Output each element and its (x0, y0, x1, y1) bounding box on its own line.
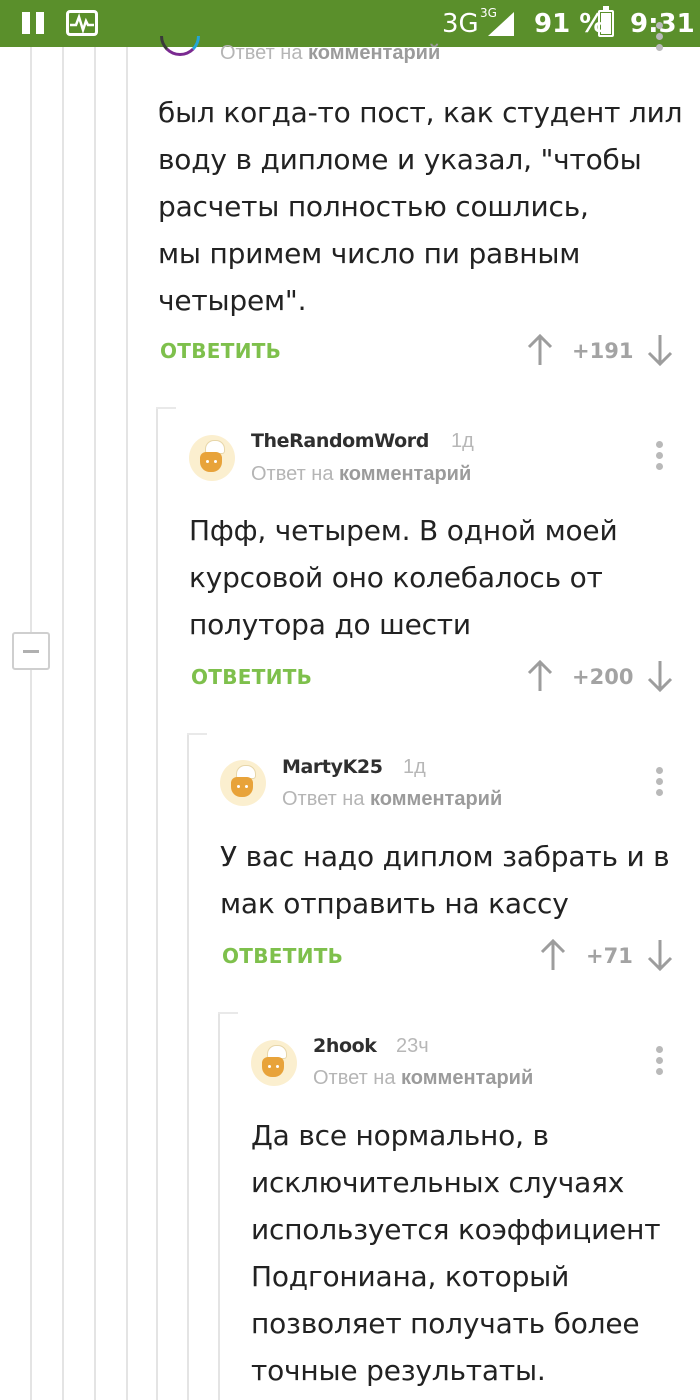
reply-to-link[interactable]: Ответ на комментарий (220, 42, 440, 65)
comment-score: +200 (572, 665, 634, 689)
more-menu-icon[interactable] (655, 1046, 663, 1080)
reply-button[interactable]: ОТВЕТИТЬ (160, 339, 281, 363)
thread-line (30, 47, 32, 1400)
collapse-thread-button[interactable] (12, 632, 50, 670)
downvote-arrow-icon[interactable] (646, 333, 674, 367)
thread-line (62, 47, 64, 1400)
network-type: 3G (442, 9, 479, 39)
more-menu-icon[interactable] (655, 441, 663, 475)
signal-icon (488, 12, 514, 36)
avatar[interactable] (220, 760, 266, 806)
downvote-arrow-icon[interactable] (646, 938, 674, 972)
pause-icon (22, 12, 48, 34)
avatar[interactable] (251, 1040, 297, 1086)
comment-time: 1д (403, 756, 426, 778)
thread-line (94, 47, 96, 1400)
comment-separator (187, 733, 207, 735)
activity-icon (66, 10, 98, 36)
comment-author[interactable]: 2hook (313, 1035, 377, 1057)
upvote-arrow-icon[interactable] (526, 333, 554, 367)
reply-to-link[interactable]: Ответ на комментарий (251, 463, 471, 486)
reply-to-link[interactable]: Ответ на комментарий (313, 1067, 533, 1090)
comment-nest-border (156, 407, 158, 1400)
downvote-arrow-icon[interactable] (646, 659, 674, 693)
more-menu-icon[interactable] (655, 767, 663, 801)
battery-icon (598, 6, 614, 37)
upvote-arrow-icon[interactable] (539, 938, 567, 972)
more-menu-icon[interactable] (655, 22, 663, 56)
battery-fill (601, 13, 611, 34)
avatar[interactable] (189, 435, 235, 481)
comment-separator (156, 407, 176, 409)
comment-time: 23ч (396, 1035, 429, 1057)
upvote-arrow-icon[interactable] (526, 659, 554, 693)
comment-author[interactable]: TheRandomWord (251, 430, 429, 452)
reply-button[interactable]: ОТВЕТИТЬ (191, 665, 312, 689)
comment-nest-border (187, 733, 189, 1400)
comment-text: был когда-то пост, как студент лил воду … (158, 96, 683, 317)
comment-score: +191 (572, 339, 634, 363)
thread-line (126, 47, 128, 1400)
reply-to-link[interactable]: Ответ на комментарий (282, 788, 502, 811)
comment-text: Пфф, четырем. В одной моей курсовой оно … (189, 514, 618, 641)
status-bar: 3G 3G 91 % 9:31 (0, 0, 700, 47)
screen: { "status_bar": { "network": "3G", "netw… (0, 0, 700, 1400)
battery-percent: 91 % (534, 9, 606, 39)
reply-button[interactable]: ОТВЕТИТЬ (222, 944, 343, 968)
comment-author[interactable]: MartyK25 (282, 756, 383, 778)
comment-nest-border (218, 1012, 220, 1400)
comment-separator (218, 1012, 238, 1014)
comment-text: Да все нормально, в исключительных случа… (251, 1119, 661, 1387)
comment-score: +71 (586, 944, 633, 968)
avatar[interactable] (158, 36, 202, 66)
comment-text: У вас надо диплом забрать и в мак отправ… (220, 840, 670, 920)
comment-time: 1д (451, 430, 474, 452)
